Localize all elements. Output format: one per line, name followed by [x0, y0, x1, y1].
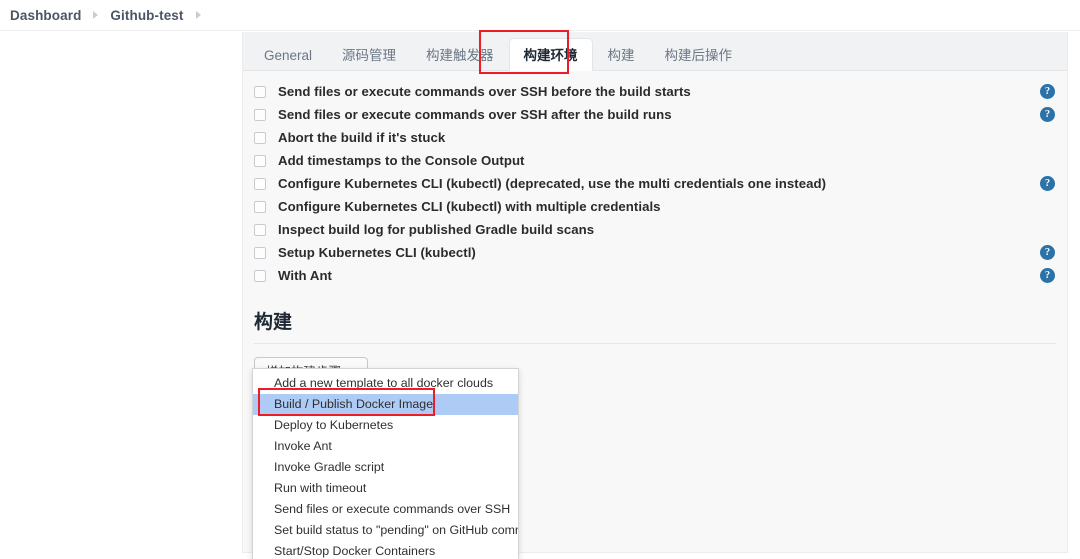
menu-item-set-build-status[interactable]: Set build status to "pending" on GitHub …: [253, 520, 518, 541]
option-row: Setup Kubernetes CLI (kubectl) ?: [243, 241, 1067, 264]
option-label[interactable]: Inspect build log for published Gradle b…: [278, 222, 594, 237]
option-row: Send files or execute commands over SSH …: [243, 80, 1067, 103]
build-environment-options: Send files or execute commands over SSH …: [243, 71, 1067, 291]
config-panel: General 源码管理 构建触发器 构建环境 构建 构建后操作 Send fi…: [242, 32, 1068, 559]
option-row: Configure Kubernetes CLI (kubectl) (depr…: [243, 172, 1067, 195]
checkbox-ssh-after-build[interactable]: [254, 108, 266, 121]
option-label[interactable]: Send files or execute commands over SSH …: [278, 84, 691, 99]
option-label[interactable]: With Ant: [278, 268, 332, 283]
help-icon[interactable]: ?: [1040, 176, 1055, 191]
breadcrumb-item-dashboard[interactable]: Dashboard: [10, 8, 81, 23]
tab-general[interactable]: General: [249, 38, 327, 71]
jenkins-job-config-page: Dashboard Github-test General 源码管理 构建触发器…: [0, 0, 1080, 559]
menu-item-run-with-timeout[interactable]: Run with timeout: [253, 478, 518, 499]
checkbox-inspect-gradle-scans[interactable]: [254, 223, 266, 236]
option-label[interactable]: Abort the build if it's stuck: [278, 130, 445, 145]
menu-item-add-docker-template[interactable]: Add a new template to all docker clouds: [253, 373, 518, 394]
chevron-right-icon: [93, 11, 99, 19]
checkbox-ssh-before-build[interactable]: [254, 85, 266, 98]
breadcrumb: Dashboard Github-test: [0, 0, 1080, 31]
checkbox-add-timestamps[interactable]: [254, 154, 266, 167]
option-row: Send files or execute commands over SSH …: [243, 103, 1067, 126]
option-label[interactable]: Add timestamps to the Console Output: [278, 153, 525, 168]
menu-item-send-files-ssh[interactable]: Send files or execute commands over SSH: [253, 499, 518, 520]
checkbox-configure-kubectl-deprecated[interactable]: [254, 177, 266, 190]
checkbox-setup-kubectl[interactable]: [254, 246, 266, 259]
help-icon[interactable]: ?: [1040, 84, 1055, 99]
breadcrumb-item-github-test[interactable]: Github-test: [110, 8, 183, 23]
option-label[interactable]: Send files or execute commands over SSH …: [278, 107, 672, 122]
option-row: Configure Kubernetes CLI (kubectl) with …: [243, 195, 1067, 218]
build-step-dropdown-menu: Add a new template to all docker clouds …: [252, 368, 519, 559]
menu-item-invoke-ant[interactable]: Invoke Ant: [253, 436, 518, 457]
tab-build[interactable]: 构建: [593, 38, 650, 71]
menu-item-build-publish-docker[interactable]: Build / Publish Docker Image: [253, 394, 518, 415]
option-row: Abort the build if it's stuck: [243, 126, 1067, 149]
option-row: Inspect build log for published Gradle b…: [243, 218, 1067, 241]
option-label[interactable]: Setup Kubernetes CLI (kubectl): [278, 245, 476, 260]
menu-item-invoke-gradle[interactable]: Invoke Gradle script: [253, 457, 518, 478]
build-section-heading: 构建: [254, 312, 293, 333]
checkbox-configure-kubectl-multi[interactable]: [254, 200, 266, 213]
chevron-right-icon: [195, 11, 201, 19]
help-icon[interactable]: ?: [1040, 245, 1055, 260]
option-row: Add timestamps to the Console Output: [243, 149, 1067, 172]
config-tabs: General 源码管理 构建触发器 构建环境 构建 构建后操作: [243, 32, 1067, 71]
help-icon[interactable]: ?: [1040, 268, 1055, 283]
option-label[interactable]: Configure Kubernetes CLI (kubectl) with …: [278, 199, 661, 214]
option-row: With Ant ?: [243, 264, 1067, 287]
checkbox-abort-if-stuck[interactable]: [254, 131, 266, 144]
option-label[interactable]: Configure Kubernetes CLI (kubectl) (depr…: [278, 176, 826, 191]
menu-item-deploy-kubernetes[interactable]: Deploy to Kubernetes: [253, 415, 518, 436]
help-icon[interactable]: ?: [1040, 107, 1055, 122]
tab-source-management[interactable]: 源码管理: [327, 38, 411, 71]
tab-build-triggers[interactable]: 构建触发器: [411, 38, 509, 71]
menu-item-start-stop-docker[interactable]: Start/Stop Docker Containers: [253, 541, 518, 559]
tab-build-environment[interactable]: 构建环境: [508, 38, 593, 71]
tab-post-build-actions[interactable]: 构建后操作: [650, 38, 748, 71]
checkbox-with-ant[interactable]: [254, 269, 266, 282]
